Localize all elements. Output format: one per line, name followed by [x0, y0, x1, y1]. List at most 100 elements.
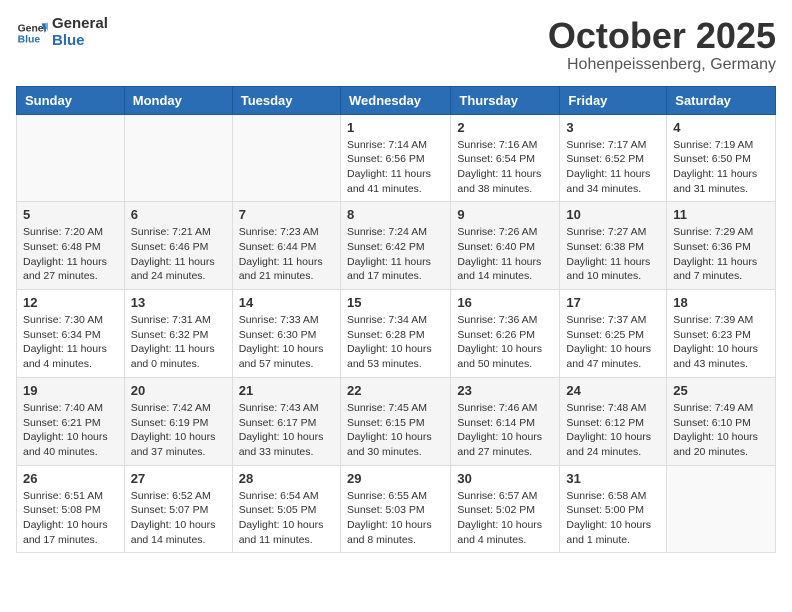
day-number: 21: [239, 383, 334, 398]
day-header-friday: Friday: [560, 86, 667, 114]
day-number: 12: [23, 295, 118, 310]
day-header-wednesday: Wednesday: [340, 86, 450, 114]
calendar-table: SundayMondayTuesdayWednesdayThursdayFrid…: [16, 86, 776, 554]
logo-general-text: General: [52, 16, 108, 33]
day-info: Sunrise: 7:48 AMSunset: 6:12 PMDaylight:…: [566, 401, 660, 460]
day-number: 19: [23, 383, 118, 398]
calendar-day-cell: 22Sunrise: 7:45 AMSunset: 6:15 PMDayligh…: [340, 377, 450, 465]
calendar-day-cell: 4 Sunrise: 7:19 AMSunset: 6:50 PMDaylight…: [667, 114, 776, 202]
day-number: 4: [673, 120, 769, 135]
calendar-day-cell: 3 Sunrise: 7:17 AMSunset: 6:52 PMDaylight…: [560, 114, 667, 202]
title-area: October 2025 Hohenpeissenberg, Germany: [548, 16, 776, 74]
day-number: 30: [457, 471, 553, 486]
day-number: 1: [347, 120, 444, 135]
day-info: Sunrise: 6:58 AMSunset: 5:00 PMDaylight:…: [566, 489, 660, 548]
day-number: 24: [566, 383, 660, 398]
day-info: Sunrise: 7:16 AMSunset: 6:54 PMDaylight:…: [457, 138, 553, 197]
calendar-day-cell: 26 Sunrise: 6:51 AMSunset: 5:08 PMDayligh…: [17, 465, 125, 553]
day-number: 20: [131, 383, 226, 398]
calendar-day-cell: 29 Sunrise: 6:55 AMSunset: 5:03 PMDayligh…: [340, 465, 450, 553]
day-info: Sunrise: 7:19 AMSunset: 6:50 PMDaylight:…: [673, 138, 769, 197]
calendar-day-cell: 2 Sunrise: 7:16 AMSunset: 6:54 PMDaylight…: [451, 114, 560, 202]
day-number: 16: [457, 295, 553, 310]
day-number: 26: [23, 471, 118, 486]
calendar-day-cell: 19 Sunrise: 7:40 AMSunset: 6:21 PMDayligh…: [17, 377, 125, 465]
day-number: 3: [566, 120, 660, 135]
day-info: Sunrise: 6:55 AMSunset: 5:03 PMDaylight:…: [347, 489, 444, 548]
day-info: Sunrise: 7:14 AMSunset: 6:56 PMDaylight:…: [347, 138, 444, 197]
day-info: Sunrise: 7:30 AMSunset: 6:34 PMDaylight:…: [23, 313, 118, 372]
calendar-day-cell: [667, 465, 776, 553]
calendar-week-row: 12 Sunrise: 7:30 AMSunset: 6:34 PMDayligh…: [17, 290, 776, 378]
day-info: Sunrise: 7:31 AMSunset: 6:32 PMDaylight:…: [131, 313, 226, 372]
logo-blue-text: Blue: [52, 33, 108, 50]
calendar-day-cell: 24 Sunrise: 7:48 AMSunset: 6:12 PMDayligh…: [560, 377, 667, 465]
day-number: 10: [566, 207, 660, 222]
day-info: Sunrise: 7:26 AMSunset: 6:40 PMDaylight:…: [457, 225, 553, 284]
calendar-day-cell: 12 Sunrise: 7:30 AMSunset: 6:34 PMDayligh…: [17, 290, 125, 378]
day-info: Sunrise: 7:21 AMSunset: 6:46 PMDaylight:…: [131, 225, 226, 284]
day-info: Sunrise: 7:49 AMSunset: 6:10 PMDaylight:…: [673, 401, 769, 460]
day-number: 2: [457, 120, 553, 135]
calendar-day-cell: 18Sunrise: 7:39 AMSunset: 6:23 PMDayligh…: [667, 290, 776, 378]
day-header-tuesday: Tuesday: [232, 86, 340, 114]
day-number: 18: [673, 295, 769, 310]
logo: General Blue General Blue: [16, 16, 108, 49]
day-number: 9: [457, 207, 553, 222]
calendar-header-row: SundayMondayTuesdayWednesdayThursdayFrid…: [17, 86, 776, 114]
day-number: 11: [673, 207, 769, 222]
calendar-day-cell: 27 Sunrise: 6:52 AMSunset: 5:07 PMDayligh…: [124, 465, 232, 553]
day-info: Sunrise: 7:37 AMSunset: 6:25 PMDaylight:…: [566, 313, 660, 372]
day-number: 28: [239, 471, 334, 486]
day-header-monday: Monday: [124, 86, 232, 114]
calendar-day-cell: [17, 114, 125, 202]
day-number: 25: [673, 383, 769, 398]
calendar-day-cell: 10 Sunrise: 7:27 AMSunset: 6:38 PMDayligh…: [560, 202, 667, 290]
day-info: Sunrise: 7:17 AMSunset: 6:52 PMDaylight:…: [566, 138, 660, 197]
day-info: Sunrise: 7:27 AMSunset: 6:38 PMDaylight:…: [566, 225, 660, 284]
calendar-day-cell: 14 Sunrise: 7:33 AMSunset: 6:30 PMDayligh…: [232, 290, 340, 378]
day-header-sunday: Sunday: [17, 86, 125, 114]
calendar-day-cell: 25 Sunrise: 7:49 AMSunset: 6:10 PMDayligh…: [667, 377, 776, 465]
month-title: October 2025: [548, 16, 776, 56]
page-header: General Blue General Blue October 2025 H…: [16, 16, 776, 74]
day-number: 29: [347, 471, 444, 486]
calendar-day-cell: 16Sunrise: 7:36 AMSunset: 6:26 PMDayligh…: [451, 290, 560, 378]
day-info: Sunrise: 7:40 AMSunset: 6:21 PMDaylight:…: [23, 401, 118, 460]
calendar-week-row: 5 Sunrise: 7:20 AMSunset: 6:48 PMDaylight…: [17, 202, 776, 290]
calendar-day-cell: 21Sunrise: 7:43 AMSunset: 6:17 PMDayligh…: [232, 377, 340, 465]
calendar-day-cell: 30 Sunrise: 6:57 AMSunset: 5:02 PMDayligh…: [451, 465, 560, 553]
logo-icon: General Blue: [16, 17, 48, 49]
day-info: Sunrise: 7:33 AMSunset: 6:30 PMDaylight:…: [239, 313, 334, 372]
calendar-day-cell: 1 Sunrise: 7:14 AMSunset: 6:56 PMDaylight…: [340, 114, 450, 202]
day-info: Sunrise: 6:52 AMSunset: 5:07 PMDaylight:…: [131, 489, 226, 548]
day-number: 5: [23, 207, 118, 222]
day-info: Sunrise: 6:57 AMSunset: 5:02 PMDaylight:…: [457, 489, 553, 548]
calendar-day-cell: 28 Sunrise: 6:54 AMSunset: 5:05 PMDayligh…: [232, 465, 340, 553]
calendar-day-cell: 9 Sunrise: 7:26 AMSunset: 6:40 PMDaylight…: [451, 202, 560, 290]
day-info: Sunrise: 7:20 AMSunset: 6:48 PMDaylight:…: [23, 225, 118, 284]
calendar-day-cell: 6 Sunrise: 7:21 AMSunset: 6:46 PMDaylight…: [124, 202, 232, 290]
day-number: 31: [566, 471, 660, 486]
day-info: Sunrise: 7:34 AMSunset: 6:28 PMDaylight:…: [347, 313, 444, 372]
day-number: 6: [131, 207, 226, 222]
day-header-saturday: Saturday: [667, 86, 776, 114]
svg-text:Blue: Blue: [18, 34, 41, 45]
calendar-week-row: 1 Sunrise: 7:14 AMSunset: 6:56 PMDaylight…: [17, 114, 776, 202]
calendar-day-cell: 20Sunrise: 7:42 AMSunset: 6:19 PMDayligh…: [124, 377, 232, 465]
day-number: 23: [457, 383, 553, 398]
day-number: 27: [131, 471, 226, 486]
day-info: Sunrise: 6:54 AMSunset: 5:05 PMDaylight:…: [239, 489, 334, 548]
day-number: 14: [239, 295, 334, 310]
calendar-day-cell: 17Sunrise: 7:37 AMSunset: 6:25 PMDayligh…: [560, 290, 667, 378]
day-number: 7: [239, 207, 334, 222]
day-number: 13: [131, 295, 226, 310]
day-number: 22: [347, 383, 444, 398]
calendar-day-cell: 5 Sunrise: 7:20 AMSunset: 6:48 PMDaylight…: [17, 202, 125, 290]
calendar-day-cell: 7Sunrise: 7:23 AMSunset: 6:44 PMDaylight…: [232, 202, 340, 290]
calendar-day-cell: [124, 114, 232, 202]
location-title: Hohenpeissenberg, Germany: [548, 56, 776, 74]
calendar-week-row: 26 Sunrise: 6:51 AMSunset: 5:08 PMDayligh…: [17, 465, 776, 553]
calendar-day-cell: [232, 114, 340, 202]
day-info: Sunrise: 6:51 AMSunset: 5:08 PMDaylight:…: [23, 489, 118, 548]
